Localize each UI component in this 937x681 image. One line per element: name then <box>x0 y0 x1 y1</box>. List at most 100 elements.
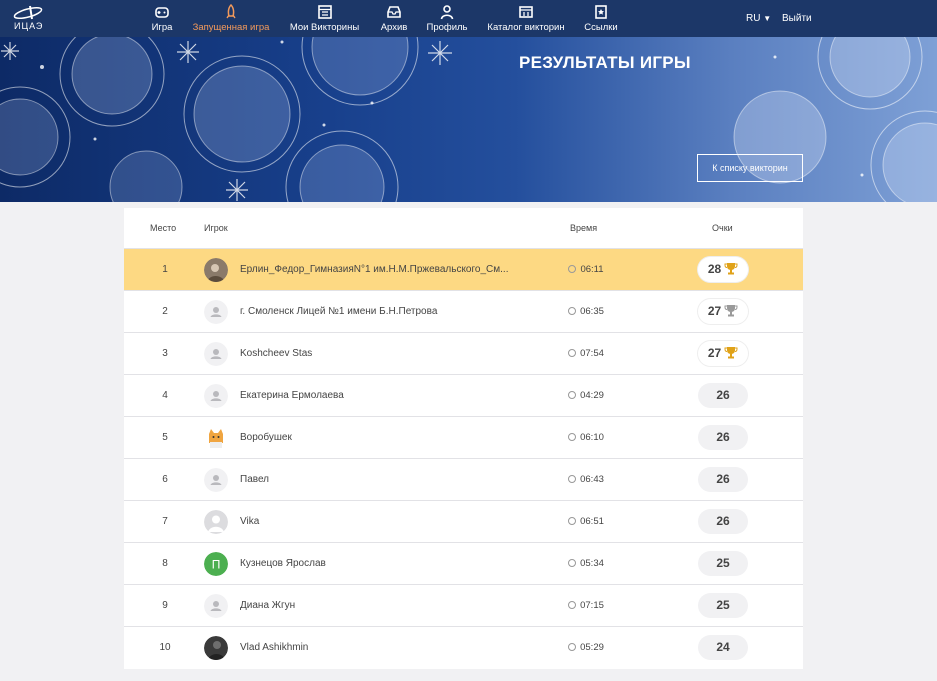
nav-item-archive[interactable]: Архив <box>379 4 409 36</box>
clock-icon <box>568 391 577 399</box>
player-name[interactable]: Koshcheev Stas <box>240 348 530 359</box>
score-badge: 26 <box>698 467 748 492</box>
trophy-icon <box>724 347 738 359</box>
table-row[interactable]: 8 П Кузнецов Ярослав 05:34 25 <box>124 542 803 584</box>
archive-icon <box>387 6 401 18</box>
score-value: 26 <box>716 472 730 486</box>
time-value: 07:54 <box>580 348 604 359</box>
table-row[interactable]: 5 Воробушек 06:10 26 <box>124 416 803 458</box>
nav-label: Запущенная игра <box>192 22 270 33</box>
score-value: 25 <box>716 598 730 612</box>
default-user-icon <box>204 384 228 408</box>
results-banner: РЕЗУЛЬТАТЫ ИГРЫ К списку викторин <box>0 37 937 202</box>
table-row[interactable]: 2 г. Смоленск Лицей №1 имени Б.Н.Петрова 0… <box>124 290 803 332</box>
default-user-icon <box>204 468 228 492</box>
svg-text:П: П <box>212 558 221 572</box>
time-cell: 07:15 <box>556 600 616 611</box>
player-name[interactable]: Воробушек <box>240 432 530 443</box>
default-user-icon <box>204 342 228 366</box>
header-score: Очки <box>712 223 733 233</box>
time-cell: 04:29 <box>556 390 616 401</box>
nav-item-catalog[interactable]: Каталог викторин <box>486 4 566 36</box>
table-header: Место Игрок Время Очки <box>124 208 803 248</box>
score-value: 28 <box>707 262 722 276</box>
player-name[interactable]: Vlad Ashikhmin <box>240 642 530 653</box>
score-value: 27 <box>707 304 722 318</box>
header-time: Время <box>570 223 598 233</box>
nav-item-profile[interactable]: Профиль <box>426 4 468 36</box>
player-name[interactable]: Диана Жгун <box>240 600 530 611</box>
caret-down-icon: ▼ <box>763 14 772 23</box>
time-value: 05:34 <box>580 558 604 569</box>
clock-icon <box>568 601 577 609</box>
default-user-icon <box>204 300 228 324</box>
logo-text: ИЦАЭ <box>14 21 44 31</box>
player-name[interactable]: Vika <box>240 516 530 527</box>
time-value: 07:15 <box>580 600 604 611</box>
score-badge: 27 <box>698 299 748 324</box>
time-cell: 06:35 <box>556 306 616 317</box>
bookmark-icon <box>595 5 607 19</box>
nav-label: Ссылки <box>584 22 618 33</box>
table-row[interactable]: 3 Koshcheev Stas 07:54 27 <box>124 332 803 374</box>
score-badge: 27 <box>698 341 748 366</box>
avatar <box>204 468 228 492</box>
player-name[interactable]: Екатерина Ермолаева <box>240 390 530 401</box>
player-name[interactable]: Кузнецов Ярослав <box>240 558 530 569</box>
top-navbar: ИЦАЭ Игра Запущенная игра Мои Викторины … <box>0 0 937 37</box>
cat-avatar <box>204 426 228 450</box>
time-value: 04:29 <box>580 390 604 401</box>
player-name[interactable]: Ерлин_Федор_ГимназияN°1 им.Н.М.Пржевальс… <box>240 264 530 275</box>
nav-item-game[interactable]: Игра <box>150 4 174 36</box>
score-badge: 28 <box>698 257 748 282</box>
time-cell: 07:54 <box>556 348 616 359</box>
rank-cell: 4 <box>162 390 168 401</box>
clock-icon <box>568 307 577 315</box>
language-label: RU <box>746 13 761 24</box>
nav-label: Мои Викторины <box>289 22 360 33</box>
header-player: Игрок <box>204 223 228 233</box>
logout-link[interactable]: Выйти <box>782 13 812 24</box>
back-to-quizzes-button[interactable]: К списку викторин <box>697 154 803 182</box>
header-place: Место <box>150 223 177 233</box>
avatar <box>204 258 228 282</box>
time-value: 06:35 <box>580 306 604 317</box>
clock-icon <box>568 475 577 483</box>
avatar <box>204 300 228 324</box>
score-value: 25 <box>716 556 730 570</box>
nav-item-links[interactable]: Ссылки <box>584 4 618 36</box>
player-name[interactable]: г. Смоленск Лицей №1 имени Б.Н.Петрова <box>240 306 530 317</box>
table-row[interactable]: 7 Vika 06:51 26 <box>124 500 803 542</box>
table-row[interactable]: 4 Екатерина Ермолаева 04:29 26 <box>124 374 803 416</box>
default-user-icon <box>204 594 228 618</box>
rank-cell: 6 <box>162 474 168 485</box>
table-row[interactable]: 1 Ерлин_Федор_ГимназияN°1 им.Н.М.Пржеваль… <box>124 248 803 290</box>
score-value: 24 <box>716 640 730 654</box>
time-value: 05:29 <box>580 642 604 653</box>
rank-cell: 10 <box>159 642 171 653</box>
nav-label: Игра <box>151 22 173 33</box>
time-cell: 06:10 <box>556 432 616 443</box>
table-row[interactable]: 10 Vlad Ashikhmin 05:29 24 <box>124 626 803 668</box>
player-name[interactable]: Павел <box>240 474 530 485</box>
table-row[interactable]: 6 Павел 06:43 26 <box>124 458 803 500</box>
avatar <box>204 594 228 618</box>
avatar <box>204 636 228 660</box>
nav-label: Профиль <box>426 22 468 33</box>
language-dropdown[interactable]: RU ▼ <box>746 13 771 24</box>
clock-icon <box>568 559 577 567</box>
letter-avatar: П <box>204 552 228 576</box>
clock-icon <box>568 349 577 357</box>
avatar <box>204 426 228 450</box>
rank-cell: 3 <box>162 348 168 359</box>
nav-item-running-game[interactable]: Запущенная игра <box>192 4 270 36</box>
nav-item-my-quizzes[interactable]: Мои Викторины <box>288 4 361 36</box>
time-cell: 06:51 <box>556 516 616 527</box>
rank-cell: 8 <box>162 558 168 569</box>
score-value: 26 <box>716 430 730 444</box>
user-icon <box>440 5 454 20</box>
nav-label: Архив <box>380 22 408 33</box>
table-row[interactable]: 9 Диана Жгун 07:15 25 <box>124 584 803 626</box>
score-badge: 25 <box>698 593 748 618</box>
clock-icon <box>568 433 577 441</box>
